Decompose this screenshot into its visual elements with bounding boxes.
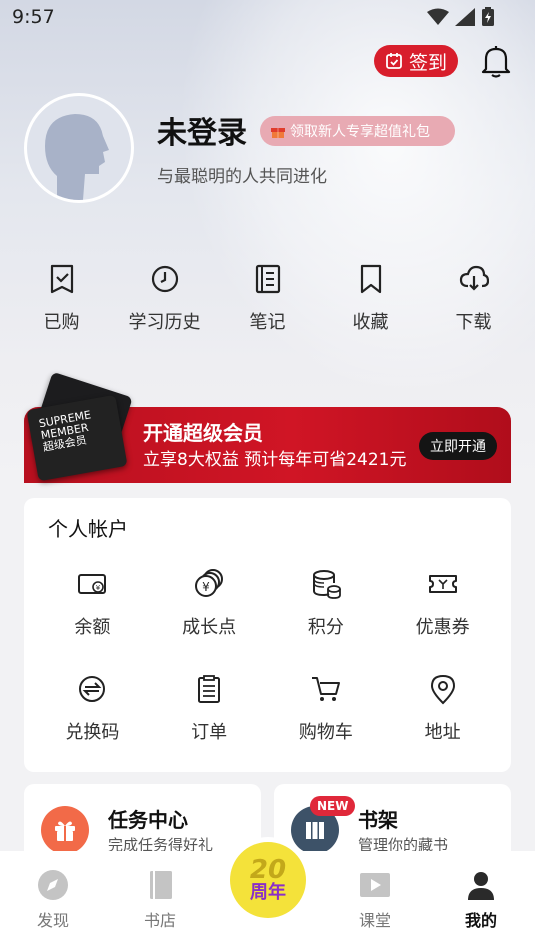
account-item-label: 余额: [74, 617, 111, 638]
quick-action-label: 下载: [455, 312, 492, 333]
clock-icon: [151, 265, 178, 293]
tab-discover[interactable]: 发现: [13, 869, 93, 931]
order-icon: [198, 675, 221, 703]
account-address[interactable]: 地址: [384, 673, 501, 744]
account-orders[interactable]: 订单: [151, 673, 268, 744]
account-title: 个人帐户: [48, 517, 128, 541]
account-item-label: 成长点: [182, 617, 237, 638]
gift-tag-label: 领取新人专享超值礼包: [290, 124, 430, 140]
personal-account-card: 个人帐户 ¥ 余额 ¥ 成长点 积分 优惠券 兑换码 订单 购物车 地址: [24, 498, 511, 772]
account-item-label: 积分: [307, 617, 344, 638]
tab-classroom[interactable]: 课堂: [335, 869, 415, 931]
quick-action-history[interactable]: 学习历史: [113, 262, 216, 334]
signin-label: 签到: [408, 51, 447, 74]
tab-mine[interactable]: 我的: [441, 869, 521, 931]
quick-action-purchased[interactable]: 已购: [10, 262, 113, 334]
account-cart[interactable]: 购物车: [268, 673, 385, 744]
location-icon: [430, 674, 455, 705]
quick-action-label: 收藏: [352, 312, 389, 333]
account-balance[interactable]: ¥ 余额: [34, 568, 151, 639]
play-icon: [360, 873, 390, 897]
account-item-label: 购物车: [298, 722, 353, 743]
task-center-title: 任务中心: [108, 808, 188, 832]
vip-open-button[interactable]: 立即开通: [419, 432, 497, 460]
quick-action-label: 已购: [43, 312, 80, 333]
quick-action-download[interactable]: 下载: [422, 262, 525, 334]
quick-action-label: 学习历史: [128, 312, 201, 333]
gift-icon: [271, 128, 285, 138]
svg-text:¥: ¥: [96, 584, 101, 592]
coupon-icon: [428, 575, 457, 593]
user-icon: [468, 872, 494, 900]
anniversary-label: 周年: [250, 882, 286, 903]
account-redeem-code[interactable]: 兑换码: [34, 673, 151, 744]
tab-label: 课堂: [358, 911, 391, 930]
quick-action-notes[interactable]: 笔记: [216, 262, 319, 334]
new-user-gift-tag[interactable]: 领取新人专享超值礼包: [260, 116, 455, 146]
calendar-check-icon: [386, 53, 402, 69]
account-item-label: 订单: [191, 722, 228, 743]
tab-bookstore[interactable]: 书店: [120, 869, 200, 931]
signin-button[interactable]: 签到: [374, 45, 458, 77]
account-points[interactable]: 积分: [268, 568, 385, 639]
account-item-label: 地址: [424, 722, 461, 743]
username[interactable]: 未登录: [157, 108, 247, 152]
books-icon: [306, 822, 324, 839]
slogan: 与最聪明的人共同进化: [157, 167, 327, 187]
svg-text:¥: ¥: [202, 580, 210, 594]
tab-label: 发现: [36, 911, 69, 930]
purchased-icon: [50, 264, 73, 294]
avatar[interactable]: [24, 93, 134, 203]
exchange-icon: [79, 676, 106, 702]
account-item-label: 优惠券: [415, 617, 470, 638]
tab-label: 书店: [143, 911, 176, 930]
points-icon: [312, 570, 341, 599]
cloud-download-icon: [459, 265, 489, 291]
default-avatar-icon: [45, 114, 109, 200]
quick-actions: 已购 学习历史 笔记 收藏 下载: [10, 262, 525, 334]
book-icon: [150, 871, 172, 899]
anniversary-number: 20: [249, 855, 287, 885]
status-time: 9:57: [12, 6, 55, 28]
vip-subtitle: 立享8大权益 预计每年可省2421元: [143, 450, 407, 470]
signal-icon: [455, 8, 475, 26]
quick-action-label: 笔记: [249, 312, 286, 333]
task-center-icon: [41, 806, 89, 854]
bell-icon[interactable]: [480, 44, 512, 78]
bookmark-icon: [360, 264, 381, 294]
bookshelf-title: 书架: [358, 808, 398, 832]
battery-icon: [482, 7, 494, 26]
vip-member-card: SUPREME MEMBER 超级会员: [26, 394, 128, 482]
coins-icon: ¥: [195, 569, 224, 597]
vip-title: 开通超级会员: [143, 421, 263, 445]
wallet-icon: ¥: [78, 574, 107, 594]
quick-action-favorites[interactable]: 收藏: [319, 262, 422, 334]
account-item-label: 兑换码: [65, 722, 120, 743]
tab-label: 我的: [464, 911, 497, 930]
notebook-icon: [255, 264, 280, 294]
account-coupons[interactable]: 优惠券: [384, 568, 501, 639]
anniversary-button[interactable]: 20 周年: [230, 842, 306, 918]
compass-icon: [38, 870, 68, 900]
new-badge: NEW: [310, 796, 356, 816]
cart-icon: [311, 677, 340, 701]
account-growth-points[interactable]: ¥ 成长点: [151, 568, 268, 639]
wifi-icon: [427, 8, 449, 25]
status-bar: 9:57: [0, 0, 535, 36]
gift-box-icon: [55, 821, 75, 841]
